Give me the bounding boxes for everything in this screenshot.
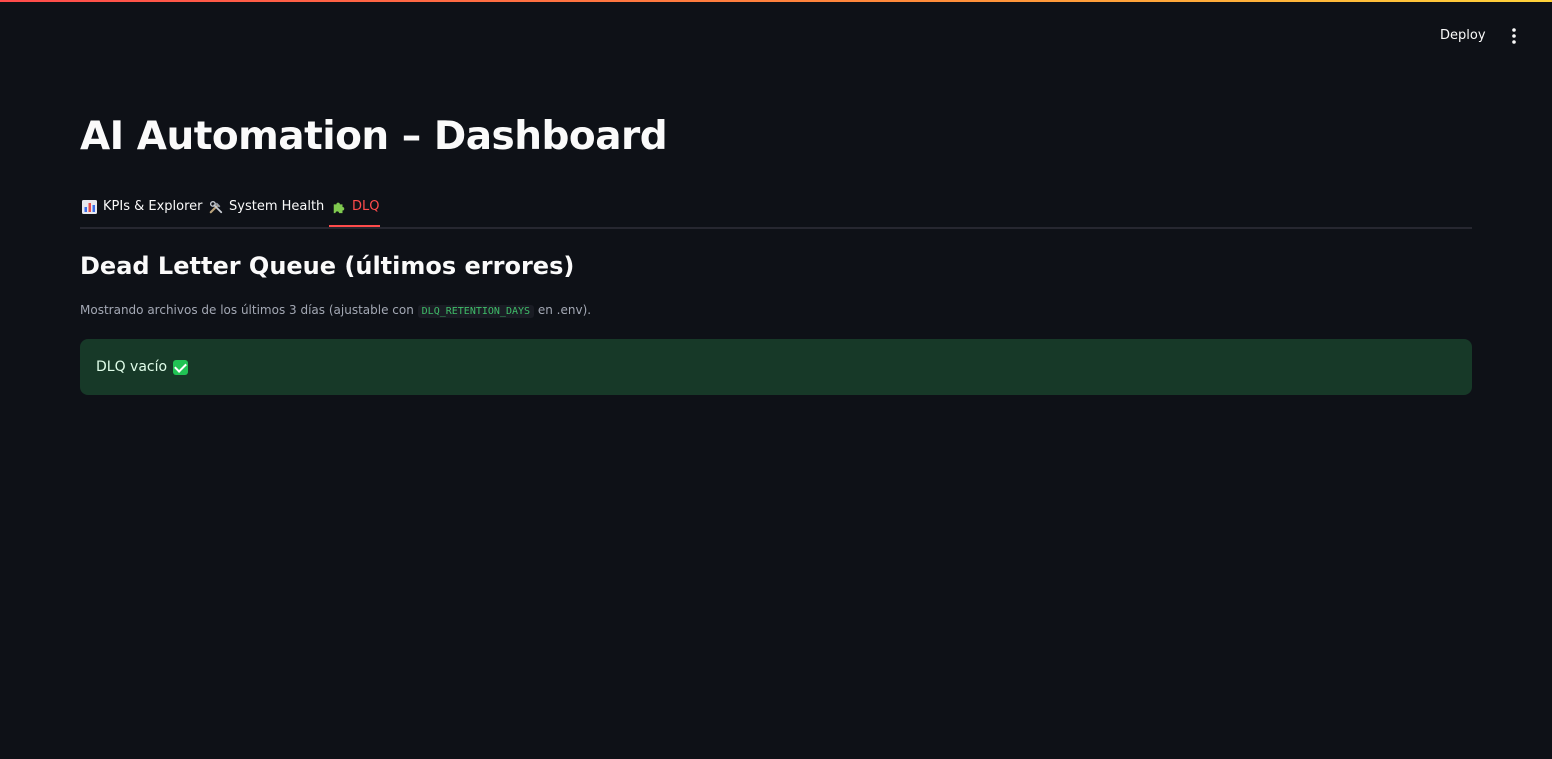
dlq-caption: Mostrando archivos de los últimos 3 días…	[80, 303, 592, 318]
tab-label: DLQ	[352, 199, 380, 214]
page-title: AI Automation – Dashboard	[80, 114, 668, 159]
tools-icon	[209, 200, 223, 213]
puzzle-icon	[333, 202, 345, 213]
tab-label: KPIs & Explorer	[103, 199, 203, 214]
dlq-status-message: DLQ vacío	[96, 359, 168, 375]
section-heading: Dead Letter Queue (últimos errores)	[80, 252, 575, 280]
vertical-ellipsis-icon	[1512, 28, 1516, 44]
tab-kpis-explorer[interactable]: KPIs & Explorer	[82, 188, 203, 225]
caption-prefix: Mostrando archivos de los últimos 3 días…	[80, 303, 414, 317]
deploy-button[interactable]: Deploy	[1432, 24, 1494, 48]
tab-label: System Health	[229, 199, 325, 214]
tab-bar: KPIs & Explorer System Health DLQ	[80, 188, 1472, 229]
retention-env-var: DLQ_RETENTION_DAYS	[417, 305, 535, 318]
app-header: Deploy	[0, 0, 1552, 60]
tab-dlq[interactable]: DLQ	[329, 188, 380, 227]
caption-suffix: en .env).	[537, 303, 592, 317]
dlq-status-alert: DLQ vacío	[80, 339, 1472, 395]
tab-system-health[interactable]: System Health	[208, 188, 324, 225]
check-mark-icon	[173, 359, 189, 375]
main-menu-button[interactable]	[1502, 24, 1526, 48]
bar-chart-icon	[82, 199, 97, 214]
